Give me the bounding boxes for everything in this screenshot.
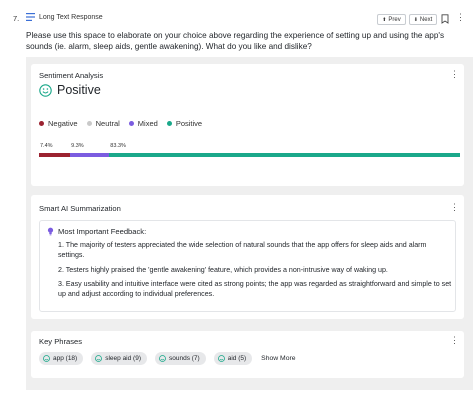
prev-button[interactable]: ⬆ Prev bbox=[377, 14, 406, 25]
sentiment-legend: Negative Neutral Mixed Positive bbox=[39, 119, 202, 128]
card-menu-icon[interactable]: ⋮ bbox=[450, 336, 459, 345]
card-title: Smart AI Summarization bbox=[39, 204, 121, 213]
legend-item-negative: Negative bbox=[39, 119, 78, 128]
smiley-icon bbox=[95, 355, 103, 362]
key-phrase-list: app (18) sleep aid (9) sounds (7) aid (5… bbox=[39, 352, 296, 365]
sentiment-distribution-bar bbox=[39, 153, 460, 157]
legend-dot bbox=[86, 121, 92, 126]
distribution-label: 83.3% bbox=[110, 143, 126, 149]
show-more-link[interactable]: Show More bbox=[261, 355, 295, 362]
question-menu-icon[interactable]: ⋮ bbox=[456, 13, 465, 22]
legend-label: Neutral bbox=[95, 119, 120, 128]
card-title: Sentiment Analysis bbox=[39, 71, 104, 80]
question-number: 7. bbox=[13, 14, 20, 23]
ai-summary-card: Smart AI Summarization ⋮ Most Important … bbox=[31, 195, 464, 319]
distribution-segment bbox=[109, 153, 460, 157]
legend-item-neutral: Neutral bbox=[86, 119, 120, 128]
question-header: 7. Long Text Response ⬆ Prev ⬇ Next ⋮ bbox=[0, 0, 474, 28]
distribution-segment bbox=[39, 153, 71, 157]
arrow-down-icon: ⬇ bbox=[413, 16, 418, 23]
distribution-segment bbox=[70, 153, 110, 157]
lightbulb-icon bbox=[47, 227, 54, 236]
smiley-icon bbox=[159, 355, 166, 362]
key-phrase-chip[interactable]: aid (5) bbox=[213, 352, 253, 365]
bookmark-icon[interactable] bbox=[441, 14, 449, 24]
distribution-label: 7.4% bbox=[40, 143, 53, 149]
distribution-label: 9.3% bbox=[71, 143, 84, 149]
key-phrase-chip[interactable]: app (18) bbox=[39, 352, 84, 365]
sentiment-value: Positive bbox=[57, 83, 101, 97]
key-phrase-label: app (18) bbox=[53, 355, 78, 362]
card-title: Key Phrases bbox=[39, 337, 83, 346]
summary-point: 2. Testers highly praised the 'gentle aw… bbox=[58, 266, 388, 274]
summary-point: 3. Easy usability and intuitive interfac… bbox=[58, 280, 452, 298]
legend-label: Mixed bbox=[137, 119, 158, 128]
key-phrase-label: sleep aid (9) bbox=[105, 355, 141, 362]
arrow-up-icon: ⬆ bbox=[382, 16, 387, 23]
legend-label: Negative bbox=[48, 119, 78, 128]
key-phrases-card: Key Phrases ⋮ app (18) sleep aid (9) sou… bbox=[31, 331, 464, 378]
sentiment-analysis-card: Sentiment Analysis ⋮ Positive Negative N… bbox=[31, 64, 464, 186]
smiley-icon bbox=[217, 355, 225, 362]
legend-dot bbox=[39, 121, 44, 126]
legend-dot bbox=[166, 121, 172, 126]
legend-dot bbox=[128, 121, 134, 126]
legend-label: Positive bbox=[175, 119, 203, 128]
summary-point: 1. The majority of testers appreciated t… bbox=[58, 241, 427, 259]
key-phrase-chip[interactable]: sleep aid (9) bbox=[91, 352, 147, 365]
summary-box: Most Important Feedback: 1. The majority… bbox=[39, 220, 456, 312]
smiley-icon bbox=[43, 355, 50, 362]
summary-heading: Most Important Feedback: bbox=[58, 227, 147, 236]
question-type-label: Long Text Response bbox=[39, 14, 103, 21]
question-text: Please use this space to elaborate on yo… bbox=[26, 31, 445, 51]
key-phrase-chip[interactable]: sounds (7) bbox=[155, 352, 206, 365]
key-phrase-label: sounds (7) bbox=[169, 355, 200, 362]
prev-button-label: Prev bbox=[388, 16, 401, 23]
smiley-icon bbox=[39, 84, 52, 97]
card-menu-icon[interactable]: ⋮ bbox=[450, 70, 459, 79]
next-button[interactable]: ⬇ Next bbox=[409, 14, 437, 25]
next-button-label: Next bbox=[419, 16, 433, 23]
card-menu-icon[interactable]: ⋮ bbox=[450, 203, 459, 212]
legend-item-positive: Positive bbox=[166, 119, 203, 128]
distribution-labels: 7.4% 9.3% 83.3% bbox=[39, 143, 460, 151]
lines-icon bbox=[26, 13, 35, 21]
key-phrase-label: aid (5) bbox=[227, 355, 247, 362]
legend-item-mixed: Mixed bbox=[128, 119, 158, 128]
